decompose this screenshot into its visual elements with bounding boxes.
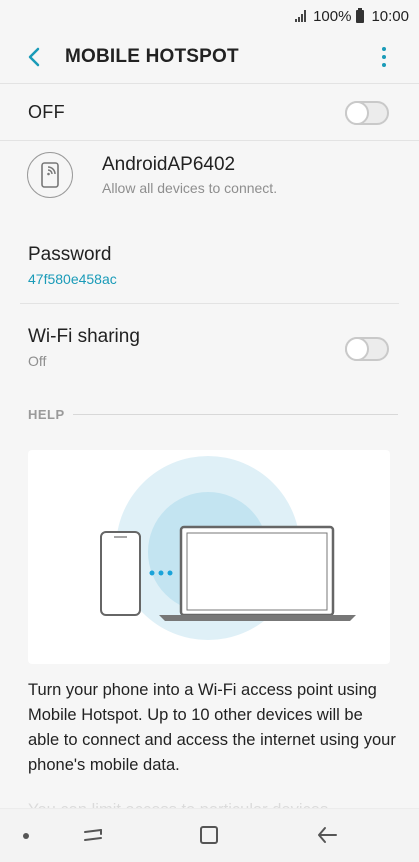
help-label: HELP (28, 406, 65, 422)
signal-icon (295, 10, 307, 22)
recent-apps-button[interactable] (78, 821, 108, 849)
toggle-knob (345, 101, 369, 125)
hotspot-toggle[interactable] (345, 101, 389, 125)
navigation-bar (0, 808, 419, 862)
help-section-header: HELP (28, 404, 398, 424)
phone-hotspot-icon (27, 152, 73, 198)
battery-percent: 100% (313, 7, 352, 25)
wifi-sharing-toggle[interactable] (345, 337, 389, 361)
hotspot-illustration (28, 450, 390, 664)
network-name-row[interactable]: AndroidAP6402 Allow all devices to conne… (0, 142, 419, 222)
page-title: MOBILE HOTSPOT (65, 46, 239, 67)
password-label: Password (28, 244, 112, 265)
chevron-left-icon (28, 47, 40, 67)
help-description: Turn your phone into a Wi-Fi access poin… (28, 681, 396, 774)
wifi-sharing-row[interactable]: Wi-Fi sharing Off (0, 312, 419, 384)
back-button[interactable] (20, 42, 48, 72)
master-switch-label: OFF (28, 102, 65, 122)
laptop-icon (159, 525, 356, 621)
clock: 10:00 (371, 7, 409, 25)
more-options-button[interactable] (373, 44, 395, 70)
more-vert-icon (382, 47, 386, 51)
back-icon (318, 827, 337, 843)
divider (72, 413, 398, 415)
nav-hide-dot-icon[interactable] (23, 833, 29, 839)
password-value: 47f580e458ac (28, 271, 117, 287)
phone-icon (100, 531, 141, 616)
wifi-sharing-status: Off (28, 353, 47, 369)
wifi-sharing-label: Wi-Fi sharing (28, 326, 140, 347)
recent-apps-icon (84, 829, 102, 841)
battery-icon (356, 7, 365, 23)
home-icon (200, 826, 218, 844)
network-subtitle: Allow all devices to connect. (102, 180, 278, 196)
connection-dots-icon (149, 570, 173, 576)
hotspot-master-switch-row[interactable]: OFF (0, 83, 419, 141)
back-nav-button[interactable] (312, 821, 342, 849)
home-button[interactable] (194, 821, 224, 849)
status-bar: 100% 10:00 (0, 0, 419, 32)
password-row[interactable]: Password 47f580e458ac (0, 232, 419, 304)
toggle-knob (345, 337, 369, 361)
app-bar: MOBILE HOTSPOT (0, 32, 419, 82)
network-name: AndroidAP6402 (102, 154, 236, 175)
